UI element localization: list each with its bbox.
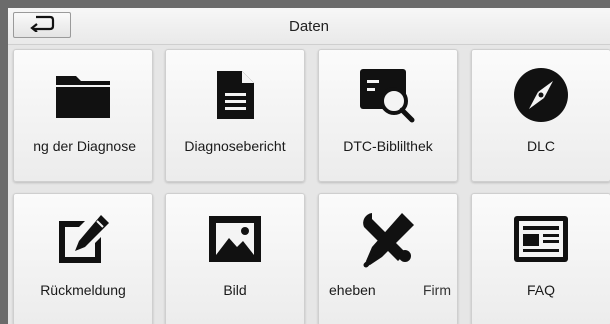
return-arrow-icon: [29, 14, 55, 37]
tile-label: Diagnosebericht: [184, 138, 286, 154]
tile-label: DLC: [526, 138, 555, 154]
document-icon: [166, 66, 304, 124]
tile-faq[interactable]: FAQ: [471, 193, 610, 324]
tile-diagnosis-history[interactable]: ng der Diagnose: [13, 49, 153, 182]
tile-firmware-fix[interactable]: eheben Firm: [318, 193, 458, 324]
compass-icon: [472, 66, 610, 124]
search-document-icon: [319, 66, 457, 124]
tile-label: FAQ: [526, 282, 555, 298]
tile-diagnosis-report[interactable]: Diagnosebericht: [165, 49, 305, 182]
folder-icon: [14, 66, 152, 124]
page-title: Daten: [288, 18, 330, 35]
tile-image[interactable]: Bild: [165, 193, 305, 324]
back-button[interactable]: [13, 12, 71, 38]
pencil-icon: [14, 210, 152, 268]
tile-label: ng der Diagnose: [33, 138, 136, 154]
tile-label-right: Firm: [423, 282, 451, 298]
image-icon: [166, 210, 304, 268]
tile-label: Bild: [223, 282, 247, 298]
tile-dlc[interactable]: DLC: [471, 49, 610, 182]
tools-icon: [319, 210, 457, 268]
tile-feedback[interactable]: Rückmeldung: [13, 193, 153, 324]
tile-dtc-library[interactable]: DTC-Biblilthek: [318, 49, 458, 182]
header-bar: Daten: [8, 8, 610, 45]
tile-label: Rückmeldung: [40, 282, 126, 298]
newspaper-icon: [472, 210, 610, 268]
tile-label-left: eheben: [329, 282, 376, 298]
tile-label: DTC-Biblilthek: [343, 138, 433, 154]
app-screen: Daten ng der Diagnose Diagnosebericht DT…: [8, 8, 610, 324]
